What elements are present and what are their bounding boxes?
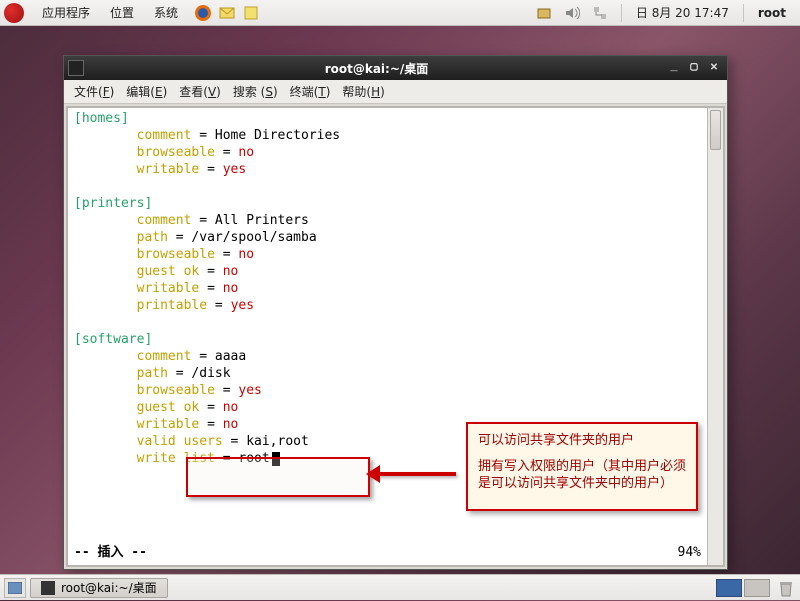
val: /var/spool/samba — [191, 230, 316, 245]
key-guestok: guest ok — [137, 264, 200, 279]
eq: = — [191, 349, 214, 364]
titlebar[interactable]: root@kai:~/桌面 _ ▢ ✕ — [64, 56, 727, 80]
distro-logo-icon[interactable] — [4, 3, 24, 23]
eq: = — [207, 298, 230, 313]
val: root — [238, 451, 269, 466]
key-writable: writable — [137, 162, 200, 177]
menu-file[interactable]: 文件(F) — [68, 81, 120, 102]
workspace-2[interactable] — [744, 579, 770, 597]
key-writable: writable — [137, 417, 200, 432]
mail-icon[interactable] — [218, 4, 236, 22]
callout-line1: 可以访问共享文件夹的用户 — [478, 432, 686, 450]
key-printable: printable — [137, 298, 207, 313]
terminal-icon — [68, 60, 84, 76]
val-no: no — [238, 145, 254, 160]
vim-mode: -- 插入 -- — [74, 544, 147, 561]
key-comment: comment — [137, 213, 192, 228]
val-no: no — [238, 247, 254, 262]
trash-icon[interactable] — [776, 578, 796, 598]
key-writable: writable — [137, 281, 200, 296]
section-software: [software] — [74, 332, 152, 347]
eq: = — [215, 247, 238, 262]
eq: = — [215, 383, 238, 398]
taskbar-item-terminal[interactable]: root@kai:~/桌面 — [30, 578, 168, 598]
bottom-panel: root@kai:~/桌面 — [0, 574, 800, 600]
eq: = — [199, 281, 222, 296]
key-validusers: valid users — [137, 434, 223, 449]
val: kai,root — [246, 434, 309, 449]
menu-search[interactable]: 搜索 (S) — [227, 81, 284, 102]
scroll-thumb[interactable] — [710, 110, 721, 150]
key-browseable: browseable — [137, 383, 215, 398]
menu-view[interactable]: 查看(V) — [173, 81, 227, 102]
top-panel: 应用程序 位置 系统 日 8月 20 17:47 root — [0, 0, 800, 26]
val-yes: yes — [223, 162, 246, 177]
eq: = — [199, 417, 222, 432]
scrollbar[interactable] — [707, 108, 723, 565]
menu-places[interactable]: 位置 — [100, 1, 144, 24]
show-desktop-button[interactable] — [4, 578, 26, 598]
eq: = — [199, 400, 222, 415]
update-icon[interactable] — [535, 4, 553, 22]
network-icon[interactable] — [591, 4, 609, 22]
window-title: root@kai:~/桌面 — [90, 60, 663, 77]
val-no: no — [223, 264, 239, 279]
eq: = — [168, 366, 191, 381]
notes-icon[interactable] — [242, 4, 260, 22]
callout-line2: 拥有写入权限的用户（其中用户必须是可以访问共享文件夹中的用户） — [478, 458, 686, 493]
menu-terminal[interactable]: 终端(T) — [284, 81, 337, 102]
eq: = — [215, 451, 238, 466]
terminal-window: root@kai:~/桌面 _ ▢ ✕ 文件(F) 编辑(E) 查看(V) 搜索… — [63, 55, 728, 570]
val: /disk — [191, 366, 230, 381]
section-printers: [printers] — [74, 196, 152, 211]
minimize-button[interactable]: _ — [665, 60, 683, 76]
show-desktop-icon — [8, 582, 22, 594]
val-yes: yes — [231, 298, 254, 313]
vim-scroll-pct: 94% — [678, 544, 701, 561]
menu-edit[interactable]: 编辑(E) — [120, 81, 173, 102]
maximize-button[interactable]: ▢ — [685, 60, 703, 76]
key-browseable: browseable — [137, 247, 215, 262]
workspace-1[interactable] — [716, 579, 742, 597]
menu-applications[interactable]: 应用程序 — [32, 1, 100, 24]
key-path: path — [137, 230, 168, 245]
menu-system[interactable]: 系统 — [144, 1, 188, 24]
terminal-area: [homes] comment = Home Directories brows… — [66, 106, 725, 567]
workspace-switcher — [716, 579, 770, 597]
val-no: no — [223, 281, 239, 296]
clock[interactable]: 日 8月 20 17:47 — [626, 4, 739, 21]
eq: = — [199, 264, 222, 279]
section-homes: [homes] — [74, 111, 129, 126]
eq: = — [168, 230, 191, 245]
key-guestok: guest ok — [137, 400, 200, 415]
eq: = — [215, 145, 238, 160]
eq: = — [191, 128, 214, 143]
text-cursor-icon — [272, 452, 280, 466]
menu-help[interactable]: 帮助(H) — [336, 81, 390, 102]
menubar: 文件(F) 编辑(E) 查看(V) 搜索 (S) 终端(T) 帮助(H) — [64, 80, 727, 104]
val-no: no — [223, 400, 239, 415]
user-menu[interactable]: root — [748, 6, 796, 20]
terminal-icon — [41, 581, 55, 595]
val-yes: yes — [238, 383, 261, 398]
key-comment: comment — [137, 128, 192, 143]
val: aaaa — [215, 349, 246, 364]
volume-icon[interactable] — [563, 4, 581, 22]
key-comment: comment — [137, 349, 192, 364]
val-no: no — [223, 417, 239, 432]
val: Home Directories — [215, 128, 340, 143]
key-browseable: browseable — [137, 145, 215, 160]
key-writelist: write list — [137, 451, 215, 466]
task-label: root@kai:~/桌面 — [61, 579, 157, 596]
firefox-icon[interactable] — [194, 4, 212, 22]
eq: = — [199, 162, 222, 177]
annotation-callout: 可以访问共享文件夹的用户 拥有写入权限的用户（其中用户必须是可以访问共享文件夹中… — [466, 422, 698, 511]
key-path: path — [137, 366, 168, 381]
eq: = — [191, 213, 214, 228]
val: All Printers — [215, 213, 309, 228]
eq: = — [223, 434, 246, 449]
close-button[interactable]: ✕ — [705, 60, 723, 76]
